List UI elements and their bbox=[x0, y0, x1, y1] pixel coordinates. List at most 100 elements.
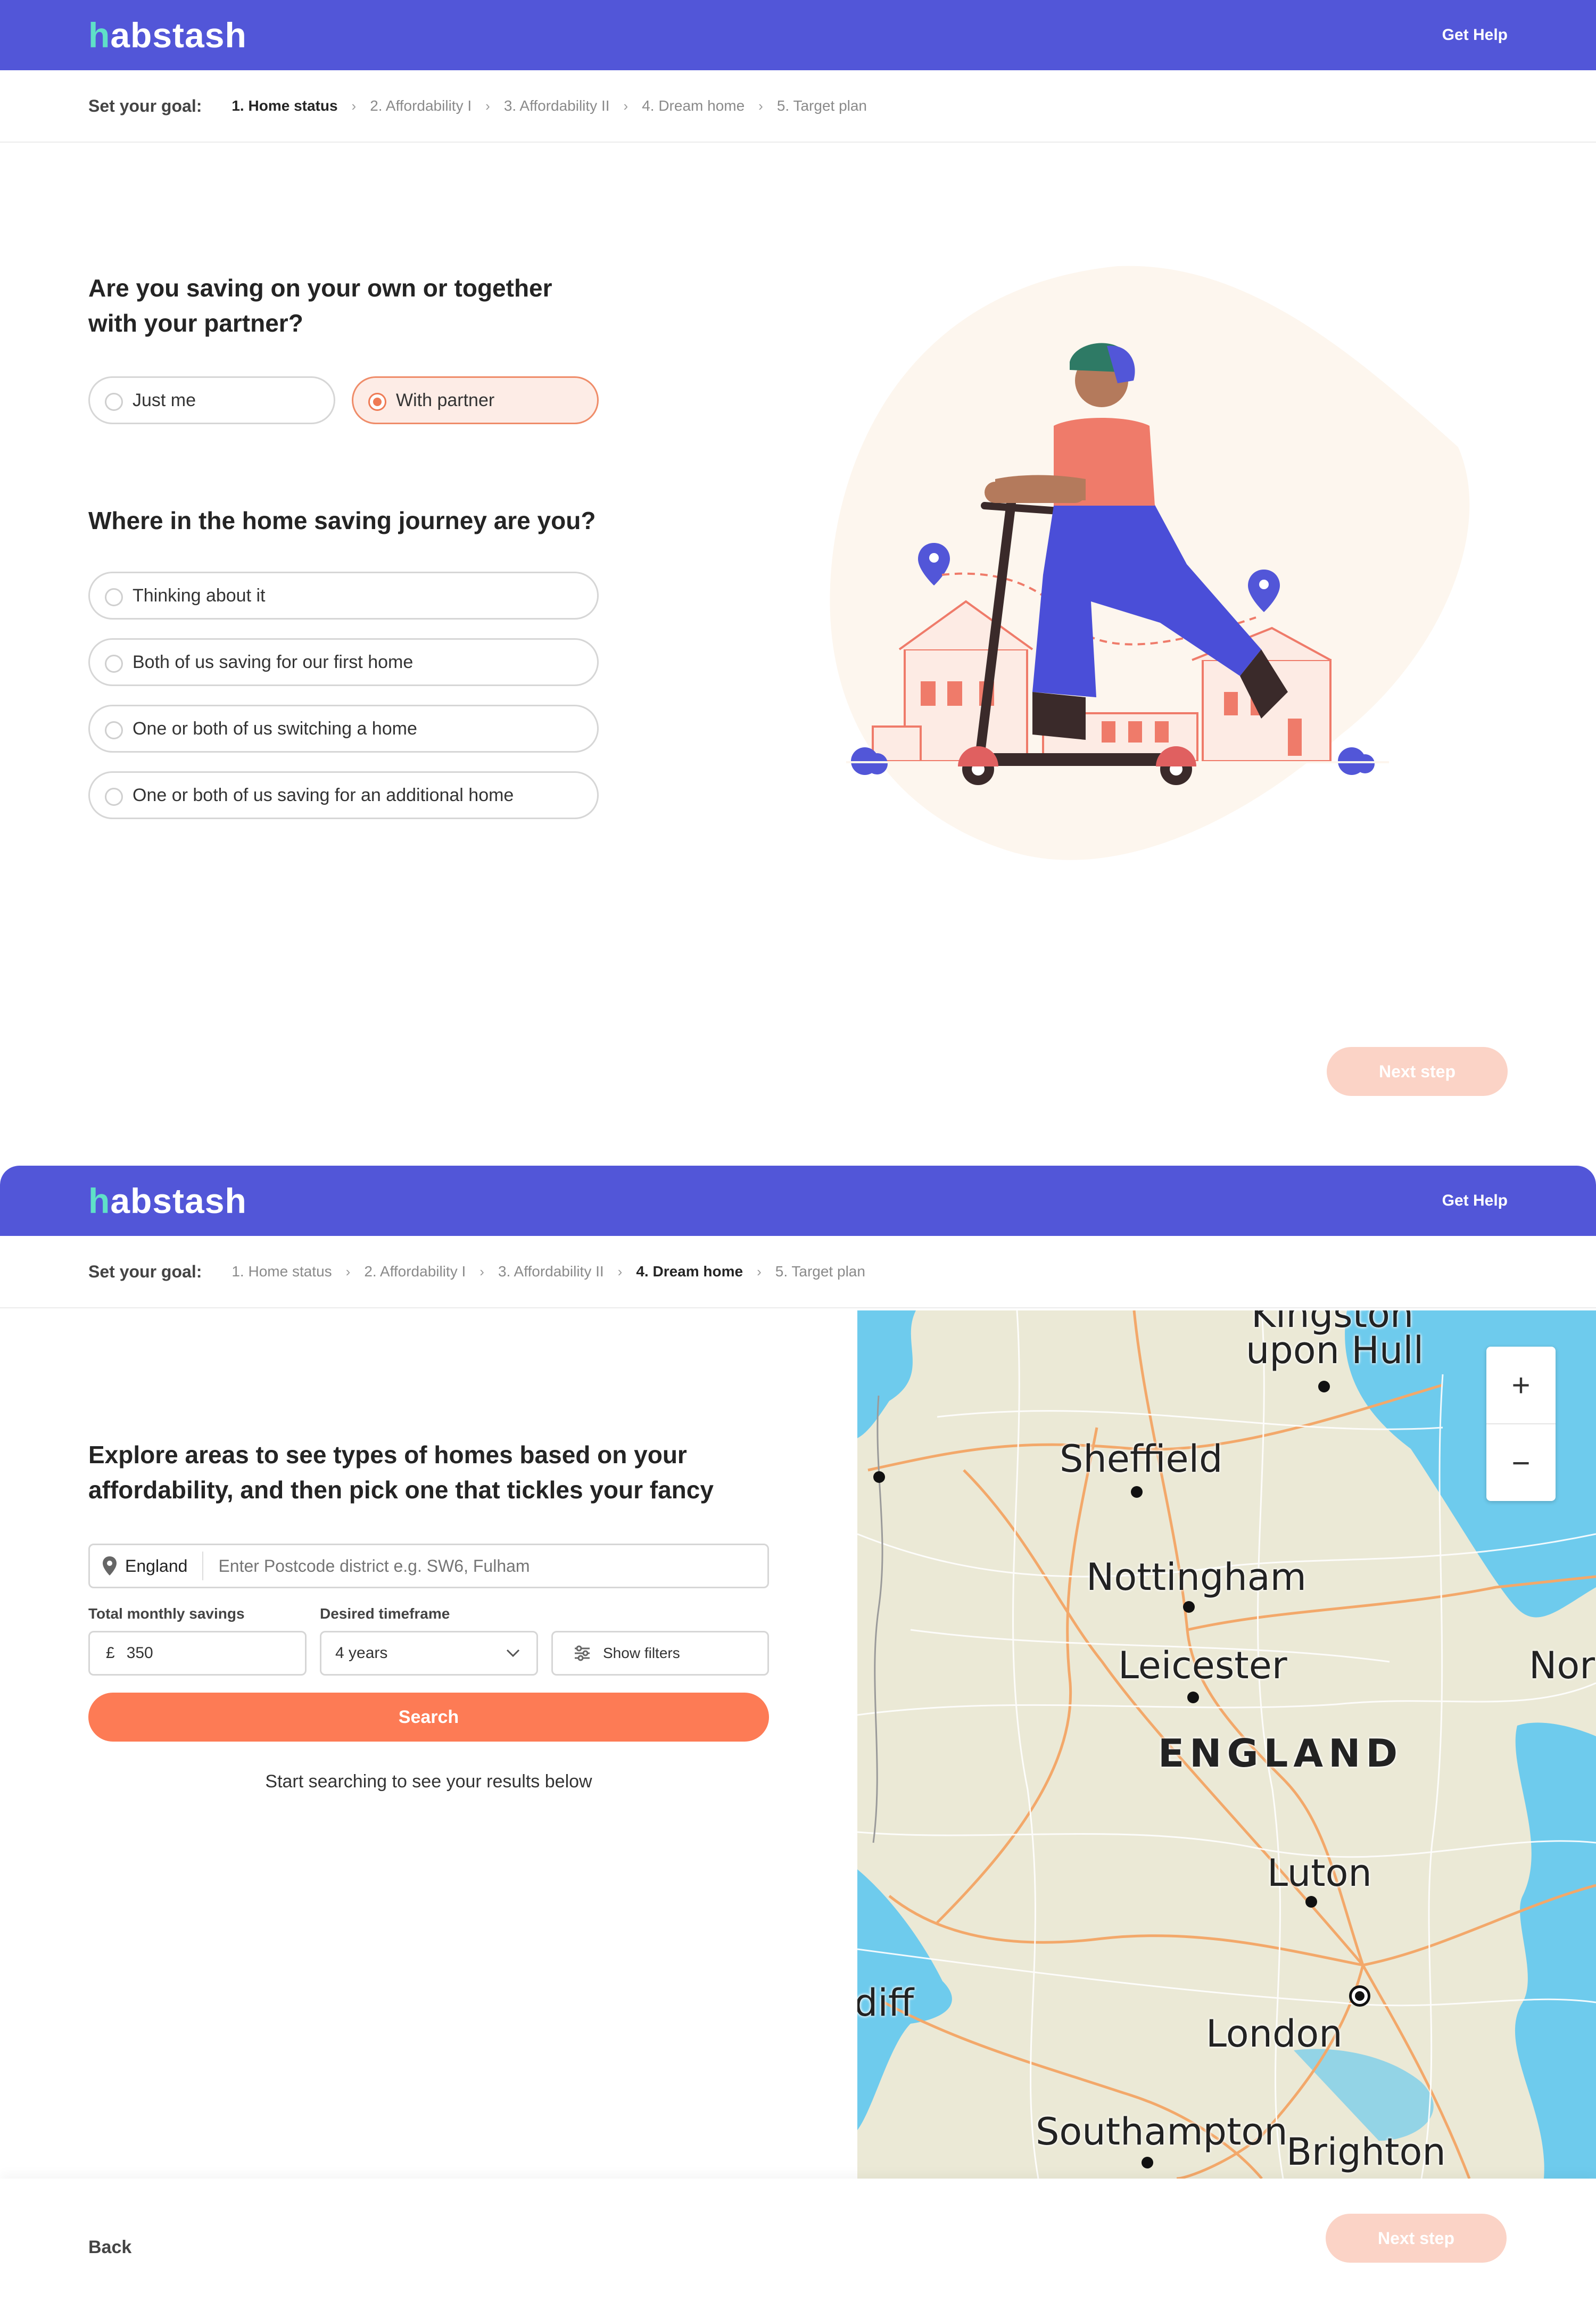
zoom-in-button[interactable]: + bbox=[1486, 1347, 1556, 1424]
chevron-right-icon: › bbox=[345, 1263, 351, 1280]
next-step-button[interactable]: Next step bbox=[1326, 2214, 1507, 2263]
savings-value[interactable]: 350 bbox=[127, 1644, 153, 1662]
location-search-field[interactable]: England bbox=[88, 1544, 769, 1588]
map-zoom-controls: + − bbox=[1486, 1347, 1556, 1501]
city-dot bbox=[1131, 1486, 1143, 1498]
bottom-action-bar: Back Next step bbox=[0, 2179, 1596, 2301]
back-button[interactable]: Back bbox=[88, 2237, 131, 2258]
next-step-button[interactable]: Next step bbox=[1327, 1047, 1508, 1096]
get-help-link[interactable]: Get Help bbox=[1442, 26, 1508, 44]
top-header: h abstash Get Help bbox=[0, 0, 1596, 70]
monthly-savings-input[interactable]: £ 350 bbox=[88, 1631, 307, 1676]
zoom-out-button[interactable]: − bbox=[1486, 1424, 1556, 1501]
chevron-down-icon bbox=[506, 1649, 520, 1657]
chevron-right-icon: › bbox=[351, 97, 357, 114]
search-button[interactable]: Search bbox=[88, 1693, 769, 1742]
goal-steps-breadcrumb: Set your goal: 1. Home status › 2. Affor… bbox=[0, 1236, 1596, 1308]
option-label: One or both of us saving for an addition… bbox=[133, 785, 514, 805]
capital-marker bbox=[1349, 1985, 1370, 2007]
step-affordability-1[interactable]: 2. Affordability I bbox=[370, 97, 472, 114]
option-label: Thinking about it bbox=[133, 585, 266, 606]
logo-text: abstash bbox=[110, 1181, 247, 1220]
map-label-luton: Luton bbox=[1267, 1851, 1372, 1895]
city-dot bbox=[1318, 1381, 1330, 1392]
screen-home-status: h abstash Get Help Set your goal: 1. Home… bbox=[0, 0, 1596, 1158]
step-affordability-1[interactable]: 2. Affordability I bbox=[364, 1263, 466, 1280]
step-affordability-2[interactable]: 3. Affordability II bbox=[498, 1263, 604, 1280]
chevron-right-icon: › bbox=[623, 97, 629, 114]
goal-steps-breadcrumb: Set your goal: 1. Home status › 2. Affor… bbox=[0, 70, 1596, 143]
option-label: Both of us saving for our first home bbox=[133, 651, 414, 672]
logo-mark: h bbox=[88, 1181, 111, 1220]
explore-areas-title: Explore areas to see types of homes base… bbox=[88, 1441, 714, 1504]
option-switching-home[interactable]: One or both of us switching a home bbox=[88, 705, 599, 753]
step-home-status[interactable]: 1. Home status bbox=[231, 1263, 332, 1280]
currency-symbol: £ bbox=[106, 1644, 115, 1662]
goal-label: Set your goal: bbox=[88, 1261, 202, 1281]
question-saving-partner: Are you saving on your own or together w… bbox=[88, 274, 552, 337]
city-dot bbox=[1142, 2157, 1153, 2168]
radio-icon bbox=[105, 721, 123, 739]
step-affordability-2[interactable]: 3. Affordability II bbox=[504, 97, 610, 114]
radio-selected-icon bbox=[368, 393, 386, 411]
option-just-me[interactable]: Just me bbox=[88, 376, 335, 424]
city-dot bbox=[1305, 1896, 1317, 1908]
region-label[interactable]: England bbox=[125, 1556, 187, 1576]
filter-sliders-icon bbox=[575, 1645, 590, 1661]
map-label-leicester: Leicester bbox=[1118, 1644, 1287, 1687]
option-thinking-about-it[interactable]: Thinking about it bbox=[88, 572, 599, 620]
map-label-cardiff: diff bbox=[857, 1981, 914, 2025]
option-first-home[interactable]: Both of us saving for our first home bbox=[88, 638, 599, 686]
radio-icon bbox=[105, 655, 123, 673]
map-label-brighton: Brighton bbox=[1286, 2130, 1446, 2174]
chevron-right-icon: › bbox=[757, 1263, 762, 1280]
step-dream-home[interactable]: 4. Dream home bbox=[642, 97, 745, 114]
map-label-london: London bbox=[1206, 2012, 1343, 2056]
step-target-plan[interactable]: 5. Target plan bbox=[775, 1263, 865, 1280]
chevron-right-icon: › bbox=[617, 1263, 623, 1280]
habstash-logo[interactable]: h abstash bbox=[88, 1181, 247, 1221]
option-with-partner[interactable]: With partner bbox=[352, 376, 599, 424]
habstash-logo[interactable]: h abstash bbox=[88, 15, 247, 55]
top-header: h abstash Get Help bbox=[0, 1166, 1596, 1236]
show-filters-button[interactable]: Show filters bbox=[551, 1631, 769, 1676]
radio-icon bbox=[105, 393, 123, 411]
chevron-right-icon: › bbox=[758, 97, 763, 114]
logo-mark: h bbox=[88, 15, 111, 55]
get-help-link[interactable]: Get Help bbox=[1442, 1192, 1508, 1210]
postcode-input[interactable] bbox=[218, 1556, 767, 1576]
screen-dream-home: h abstash Get Help Set your goal: 1. Home… bbox=[0, 1166, 1596, 2301]
uk-map[interactable]: Kingston upon Hull Sheffield Nottingham … bbox=[857, 1310, 1596, 2179]
option-label: One or both of us switching a home bbox=[133, 718, 417, 739]
map-label-southampton: Southampton bbox=[1036, 2110, 1288, 2154]
city-dot bbox=[873, 1471, 885, 1483]
timeframe-select[interactable]: 4 years bbox=[320, 1631, 538, 1676]
divider bbox=[202, 1552, 204, 1580]
location-pin-icon bbox=[103, 1556, 117, 1576]
step-home-status[interactable]: 1. Home status bbox=[231, 97, 337, 114]
option-additional-home[interactable]: One or both of us saving for an addition… bbox=[88, 771, 599, 819]
search-hint: Start searching to see your results belo… bbox=[265, 1771, 592, 1792]
radio-icon bbox=[105, 788, 123, 806]
map-label-norwich: Nor bbox=[1529, 1644, 1595, 1687]
city-dot bbox=[1187, 1692, 1199, 1703]
option-label: With partner bbox=[396, 390, 495, 410]
step-target-plan[interactable]: 5. Target plan bbox=[777, 97, 867, 114]
timeframe-label: Desired timeframe bbox=[320, 1605, 450, 1622]
scooter-person-illustration bbox=[830, 266, 1470, 860]
chevron-right-icon: › bbox=[479, 1263, 484, 1280]
map-label-nottingham: Nottingham bbox=[1086, 1555, 1306, 1599]
show-filters-label: Show filters bbox=[603, 1645, 680, 1661]
question-saving-journey: Where in the home saving journey are you… bbox=[88, 507, 596, 534]
map-label-sheffield: Sheffield bbox=[1060, 1437, 1223, 1481]
timeframe-value: 4 years bbox=[335, 1644, 388, 1662]
monthly-savings-label: Total monthly savings bbox=[88, 1605, 245, 1622]
logo-text: abstash bbox=[110, 15, 247, 55]
goal-label: Set your goal: bbox=[88, 96, 202, 116]
step-dream-home[interactable]: 4. Dream home bbox=[636, 1263, 743, 1280]
map-label-england: ENGLAND bbox=[1158, 1731, 1403, 1776]
chevron-right-icon: › bbox=[485, 97, 490, 114]
city-dot bbox=[1183, 1601, 1195, 1613]
radio-icon bbox=[105, 588, 123, 606]
option-label: Just me bbox=[133, 390, 196, 410]
